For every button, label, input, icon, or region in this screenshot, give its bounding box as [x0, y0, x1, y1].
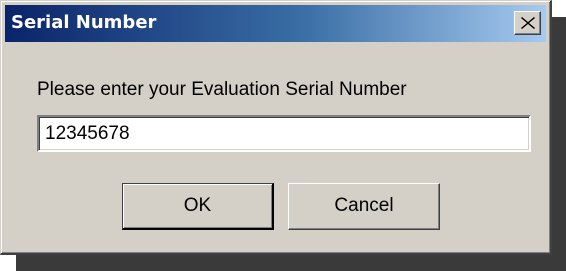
title-bar[interactable]: Serial Number	[5, 5, 546, 42]
serial-number-input[interactable]	[37, 115, 531, 152]
serial-number-dialog: Serial Number Please enter your Evaluati…	[0, 0, 552, 255]
cancel-button[interactable]: Cancel	[288, 183, 440, 230]
ok-button[interactable]: OK	[122, 183, 274, 230]
close-button[interactable]	[514, 11, 541, 35]
dialog-title: Serial Number	[11, 12, 157, 33]
page: Serial Number Please enter your Evaluati…	[0, 0, 566, 271]
close-icon	[521, 17, 535, 29]
serial-prompt-label: Please enter your Evaluation Serial Numb…	[37, 79, 407, 100]
